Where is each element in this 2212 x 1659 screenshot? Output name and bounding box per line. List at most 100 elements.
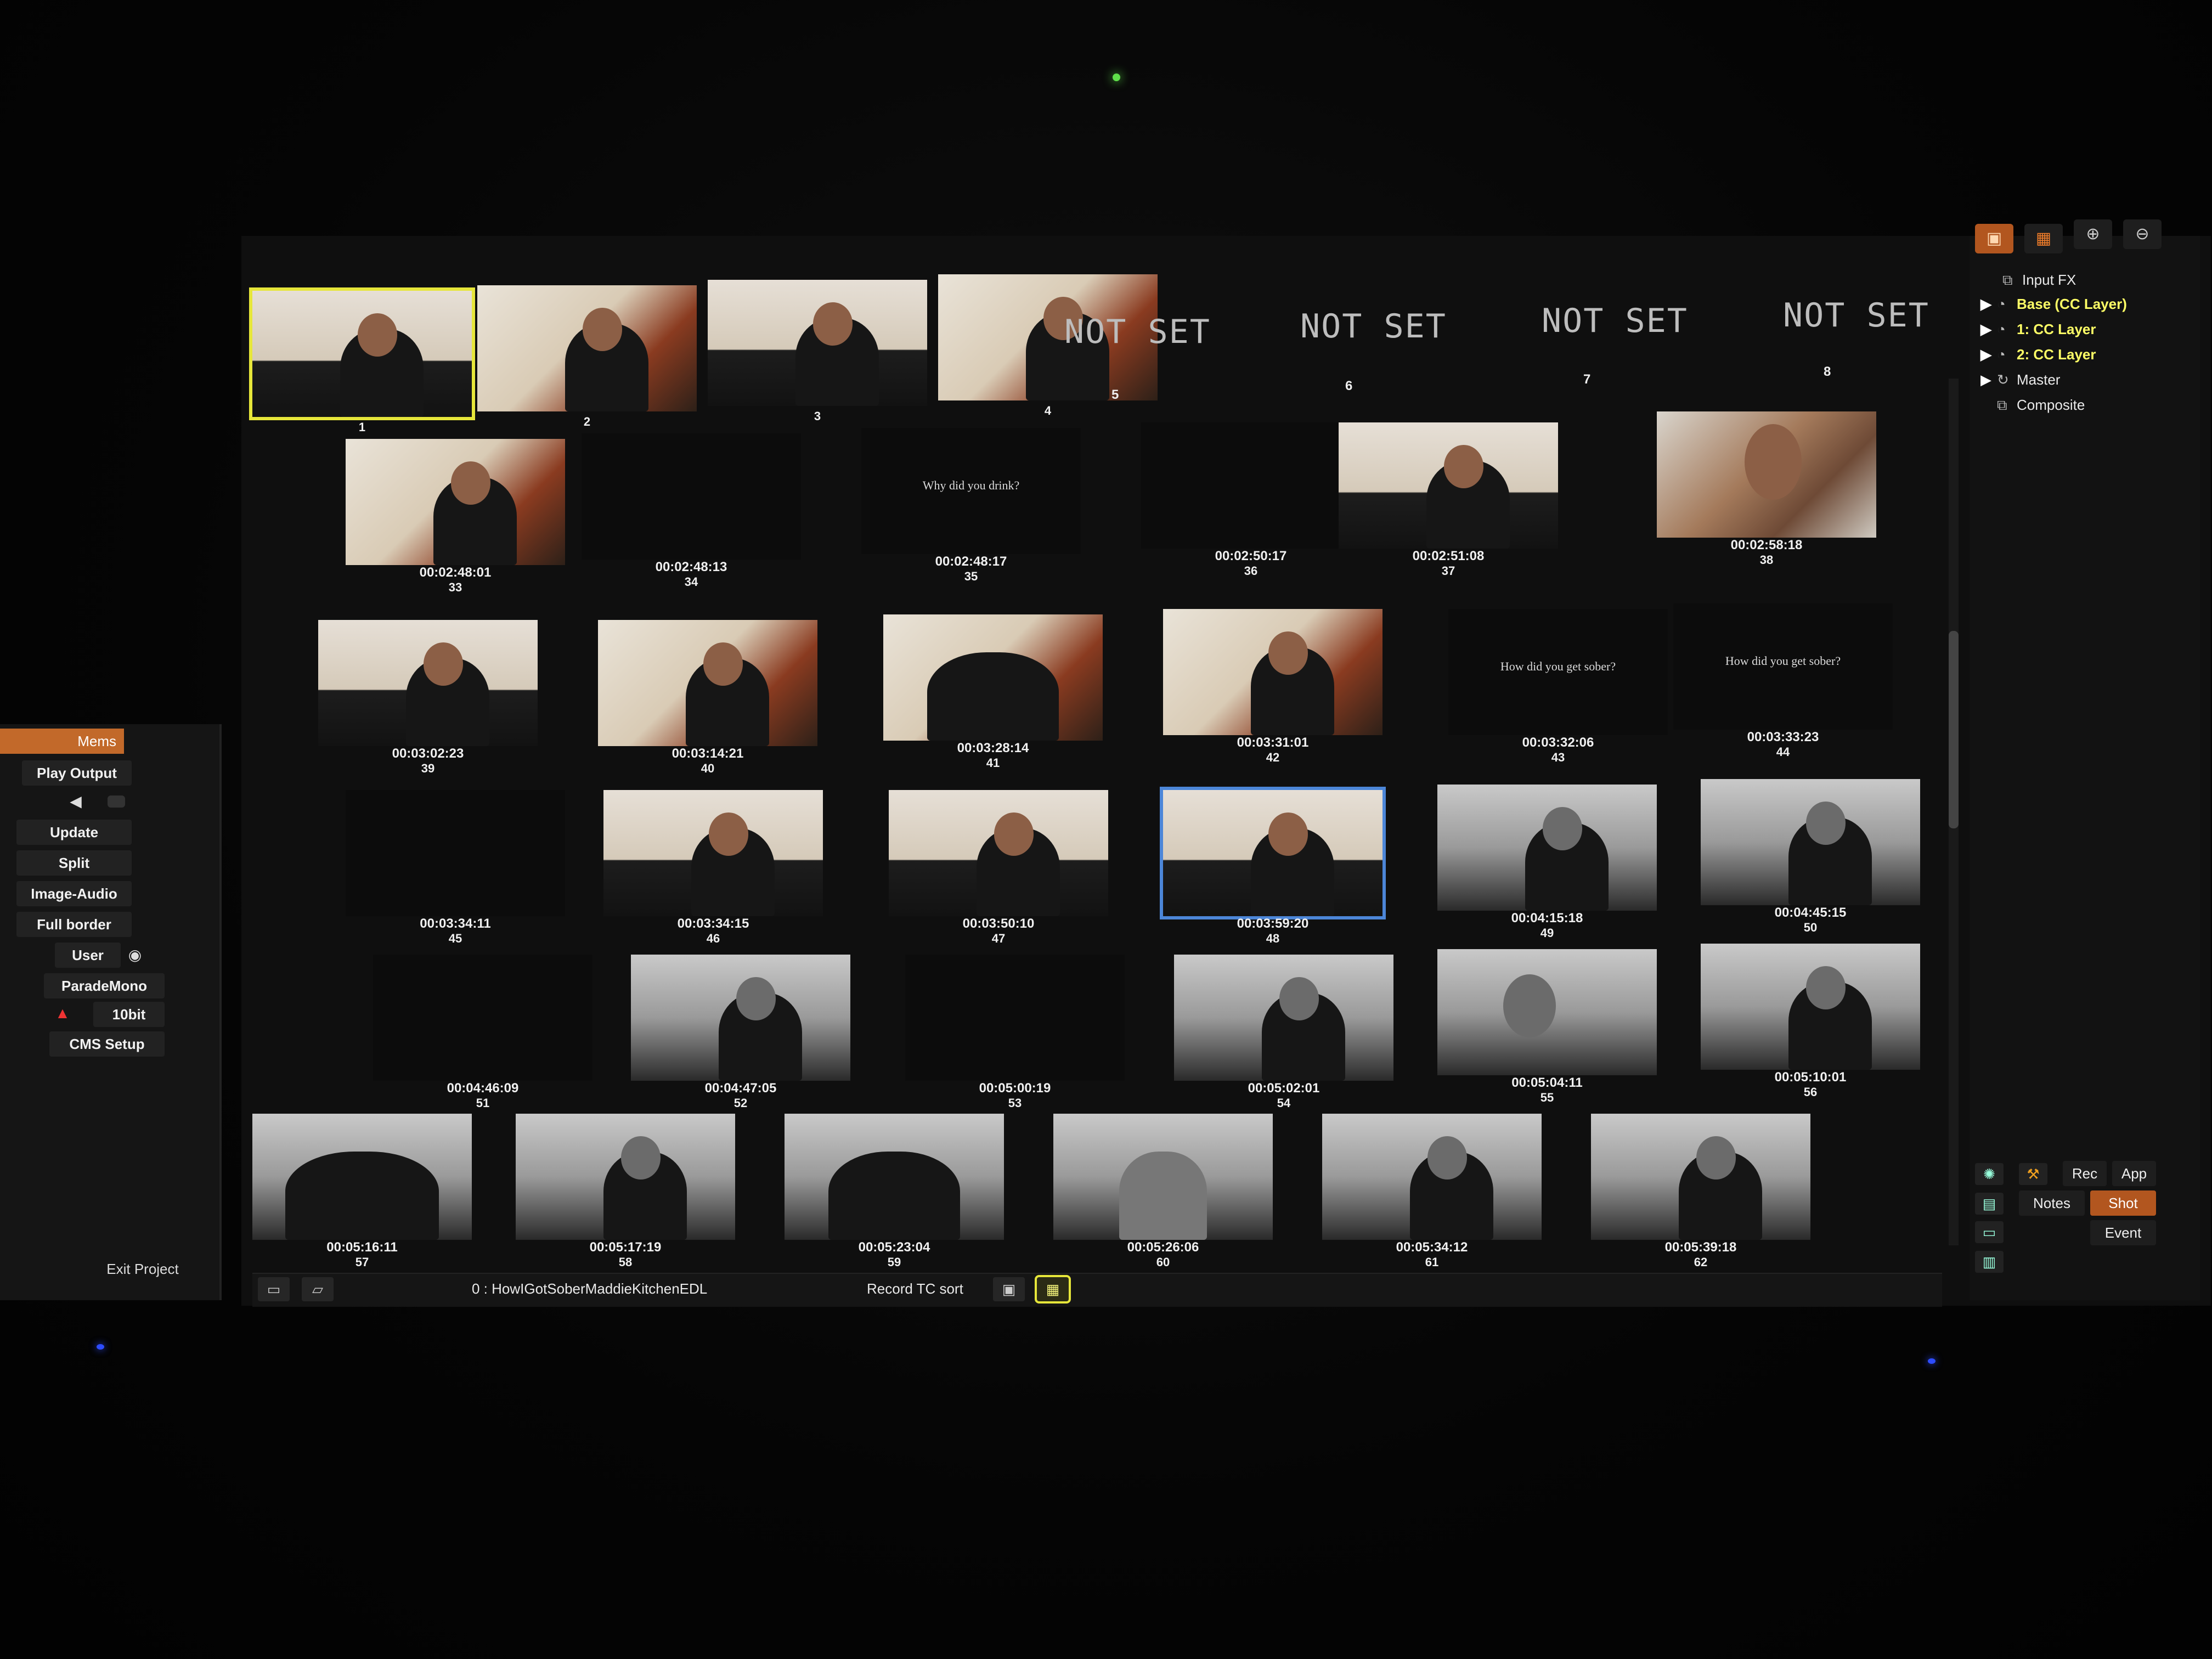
shot-thumbnail[interactable]: 00:05:26:06 60: [1042, 1108, 1284, 1269]
shot-thumbnail[interactable]: 1: [241, 285, 483, 444]
shot-timecode: 00:03:31:01: [1237, 735, 1309, 750]
shot-thumbnail[interactable]: 00:03:31:01 42: [1152, 603, 1393, 764]
layout-icon[interactable]: ▣: [993, 1277, 1025, 1301]
shot-thumbnail[interactable]: 00:03:02:23 39: [307, 614, 549, 775]
shot-button[interactable]: Shot: [2090, 1190, 2156, 1216]
split-button[interactable]: Split: [16, 850, 132, 876]
chart-icon[interactable]: ▲: [53, 1005, 72, 1022]
zoom-out-icon[interactable]: ⊖: [2123, 219, 2162, 249]
monitor-icon[interactable]: ▤: [1975, 1193, 2004, 1215]
shot-thumbnail[interactable]: 00:05:23:04 59: [774, 1108, 1015, 1269]
shot-timecode: 00:05:26:06: [1127, 1240, 1199, 1255]
shot-timecode: 00:03:32:06: [1522, 735, 1594, 750]
expand-arrow-icon[interactable]: ▶: [1980, 293, 1997, 315]
shot-thumbnail[interactable]: 2: [466, 280, 708, 439]
layer-composite[interactable]: ⧉ Composite: [1997, 394, 2085, 416]
shot-number: 1: [358, 420, 366, 434]
shot-thumbnail[interactable]: 00:05:17:19 58: [505, 1108, 746, 1269]
audio-toggle[interactable]: [108, 795, 125, 808]
shot-timecode: 00:03:33:23: [1747, 730, 1819, 744]
notes-button[interactable]: Notes: [2019, 1190, 2085, 1216]
update-button[interactable]: Update: [16, 820, 132, 845]
thumbnail-image: [516, 1114, 735, 1240]
shot-thumbnail[interactable]: 00:05:04:11 55: [1426, 944, 1668, 1104]
shot-thumbnail[interactable]: 00:02:48:01 33: [335, 433, 576, 594]
shot-thumbnail[interactable]: 00:03:34:11 45: [335, 785, 576, 945]
layer-input-fx[interactable]: ⧉ Input FX: [2002, 269, 2076, 291]
layer-cc-1[interactable]: ▶ ◔ 1: CC Layer: [1980, 318, 2096, 340]
shot-thumbnail[interactable]: 00:04:46:09 51: [362, 949, 603, 1110]
parade-mono-button[interactable]: ParadeMono: [44, 973, 165, 998]
shot-thumbnail[interactable]: Why did you drink? 00:02:48:17 35: [850, 422, 1092, 583]
shot-timecode: 00:02:58:18: [1730, 538, 1803, 552]
sort-mode-label[interactable]: Record TC sort: [867, 1280, 963, 1297]
shot-thumbnail[interactable]: 00:03:14:21 40: [587, 614, 828, 775]
scope-icon[interactable]: ◉: [125, 947, 145, 963]
shot-thumbnail[interactable]: 00:03:50:10 47: [878, 785, 1119, 945]
shot-thumbnail[interactable]: 00:05:34:12 61: [1311, 1108, 1553, 1269]
shot-thumbnail[interactable]: How did you get sober? 00:03:32:06 43: [1437, 603, 1679, 764]
open-folder-icon[interactable]: ▱: [302, 1277, 334, 1301]
image-audio-button[interactable]: Image-Audio: [16, 881, 132, 906]
shot-thumbnail[interactable]: 00:05:39:18 62: [1580, 1108, 1821, 1269]
layer-master[interactable]: ▶ ↻ Master: [1980, 369, 2060, 391]
shot-timecode: 00:04:15:18: [1511, 911, 1583, 926]
thumbnail-image: [1701, 944, 1920, 1070]
shot-timecode: 00:03:28:14: [957, 741, 1029, 755]
shot-thumbnail[interactable]: 00:03:59:20 48: [1152, 785, 1393, 945]
rec-button[interactable]: Rec: [2063, 1161, 2107, 1186]
app-button[interactable]: App: [2112, 1161, 2156, 1186]
input-fx-icon: ⧉: [2002, 272, 2013, 288]
shot-thumbnail[interactable]: 3: [697, 274, 938, 433]
storage-icon[interactable]: ▥: [1975, 1251, 2004, 1273]
full-border-button[interactable]: Full border: [16, 912, 132, 937]
shot-thumbnail[interactable]: 00:03:34:15 46: [592, 785, 834, 945]
shot-thumbnail[interactable]: 00:02:51:08 37: [1328, 417, 1569, 578]
mems-tab[interactable]: Mems: [0, 729, 124, 754]
shot-number: 43: [1551, 751, 1565, 764]
scrollbar-thumb[interactable]: [1949, 631, 1959, 828]
shot-thumbnail[interactable]: 00:05:16:11 57: [241, 1108, 483, 1269]
shot-number: 55: [1540, 1091, 1554, 1104]
expand-arrow-icon[interactable]: ▶: [1980, 318, 1997, 340]
grid-layout-icon[interactable]: ▦: [1035, 1275, 1071, 1304]
shot-thumbnail[interactable]: 00:05:10:01 56: [1690, 938, 1931, 1099]
grid-view-icon[interactable]: ▦: [2024, 224, 2063, 253]
expand-arrow-icon[interactable]: ▶: [1980, 343, 1997, 365]
timeline-name[interactable]: 0 : HowIGotSoberMaddieKitchenEDL: [472, 1280, 707, 1297]
shot-thumbnail[interactable]: How did you get sober? 00:03:33:23 44: [1662, 598, 1904, 759]
shot-thumbnail[interactable]: 00:02:58:18 38: [1646, 406, 1887, 567]
thumbnail-image: [1053, 1114, 1273, 1240]
bottom-toolbar: ▭ ▱ 0 : HowIGotSoberMaddieKitchenEDL Rec…: [252, 1273, 1942, 1307]
single-view-icon[interactable]: ▣: [1975, 224, 2013, 253]
shot-thumbnail[interactable]: 00:04:15:18 49: [1426, 779, 1668, 940]
shot-number: 33: [448, 580, 462, 594]
title-card-text: How did you get sober?: [1725, 654, 1841, 668]
shot-thumbnail[interactable]: 00:04:45:15 50: [1690, 774, 1931, 934]
color-wheel-icon[interactable]: ✺: [1975, 1163, 2004, 1185]
shot-thumbnail[interactable]: 00:05:02:01 54: [1163, 949, 1404, 1110]
thumbnail-image: [318, 620, 538, 746]
layer-base[interactable]: ▶ ◔ Base (CC Layer): [1980, 293, 2127, 315]
layer-label: 1: CC Layer: [2017, 321, 2096, 337]
expand-arrow-icon[interactable]: ▶: [1980, 369, 1997, 391]
audio-icon[interactable]: ◀: [66, 793, 86, 810]
zoom-in-icon[interactable]: ⊕: [2074, 219, 2112, 249]
event-button[interactable]: Event: [2090, 1220, 2156, 1245]
tool-icon[interactable]: ⚒: [2019, 1163, 2047, 1185]
play-output-button[interactable]: Play Output: [22, 760, 132, 786]
display-icon[interactable]: ▭: [1975, 1221, 2004, 1243]
shot-thumbnail[interactable]: 00:04:47:05 52: [620, 949, 861, 1110]
folder-icon[interactable]: ▭: [258, 1277, 290, 1301]
shot-thumbnail[interactable]: 00:03:28:14 41: [872, 609, 1114, 770]
user-button[interactable]: User: [55, 943, 121, 968]
power-led-right: [1928, 1358, 1936, 1364]
thumbnail-image: Why did you drink?: [861, 428, 1081, 554]
exit-project-button[interactable]: Exit Project: [82, 1256, 203, 1282]
10bit-button[interactable]: 10bit: [93, 1002, 165, 1027]
shot-thumbnail[interactable]: 00:05:00:19 53: [894, 949, 1136, 1110]
layer-cc-2[interactable]: ▶ ◔ 2: CC Layer: [1980, 343, 2096, 365]
cms-setup-button[interactable]: CMS Setup: [49, 1031, 165, 1057]
shot-thumbnail[interactable]: 00:02:48:13 34: [571, 428, 812, 589]
shot-number: 59: [887, 1255, 901, 1269]
